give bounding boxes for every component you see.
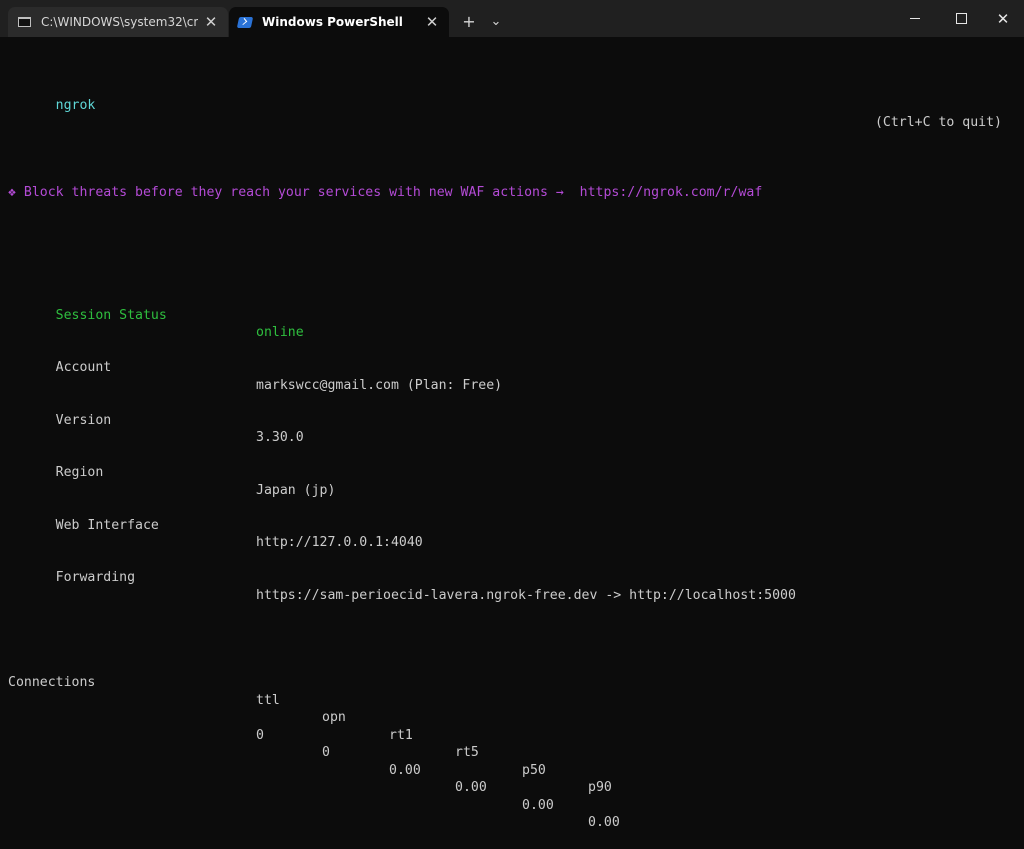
region-label: Region xyxy=(55,465,104,480)
connections-header: ttl xyxy=(256,692,280,708)
maximize-icon xyxy=(955,13,967,24)
session-status-value: online xyxy=(256,325,304,340)
close-icon: ✕ xyxy=(996,9,1010,28)
connections-header-row: Connections ttl opn rt1 rt5 p50 p90 xyxy=(8,657,1018,795)
web-interface-label: Web Interface xyxy=(55,517,159,533)
app-name: ngrok xyxy=(55,97,96,113)
tab-title: C:\WINDOWS\system32\cmd.e xyxy=(41,15,198,29)
close-tab-icon[interactable]: ✕ xyxy=(198,10,224,34)
connections-values-row: 0 0 0.00 0.00 0.00 0.00 xyxy=(8,709,1018,831)
account-value: markswcc@gmail.com (Plan: Free) xyxy=(256,377,503,393)
connections-value: 0.00 xyxy=(389,762,421,778)
connections-value: 0.00 xyxy=(455,780,487,795)
web-interface-value: http://127.0.0.1:4040 xyxy=(256,535,423,550)
maximize-button[interactable] xyxy=(938,0,984,37)
connections-label: Connections xyxy=(8,675,96,690)
session-status-row: Session Status online xyxy=(8,289,1018,341)
web-interface-row: Web Interface http://127.0.0.1:4040 xyxy=(8,499,1018,551)
connections-header: rt5 xyxy=(455,745,479,760)
session-status-label: Session Status xyxy=(55,307,167,323)
tab-powershell[interactable]: Windows PowerShell ✕ xyxy=(229,7,449,37)
version-label: Version xyxy=(55,412,112,428)
quit-hint: (Ctrl+C to quit) xyxy=(874,115,1002,130)
close-tab-icon[interactable]: ✕ xyxy=(419,10,445,34)
account-label: Account xyxy=(55,360,112,375)
terminal-window: C:\WINDOWS\system32\cmd.e ✕ Windows Powe… xyxy=(0,0,1024,830)
connections-value: 0 xyxy=(256,727,264,743)
minimize-icon xyxy=(910,18,920,19)
forwarding-value: https://sam-perioecid-lavera.ngrok-free.… xyxy=(256,587,796,603)
tab-cmd[interactable]: C:\WINDOWS\system32\cmd.e ✕ xyxy=(8,7,228,37)
region-value: Japan (jp) xyxy=(256,482,336,498)
minimize-button[interactable] xyxy=(892,0,938,37)
connections-header: rt1 xyxy=(389,727,413,743)
connections-value: 0.00 xyxy=(588,815,620,830)
forwarding-row: Forwarding https://sam-perioecid-lavera.… xyxy=(8,552,1018,603)
connections-value: 0.00 xyxy=(522,797,554,813)
new-tab-button[interactable]: + xyxy=(456,9,482,33)
account-row: Account markswcc@gmail.com (Plan: Free) xyxy=(8,342,1018,393)
connections-header: p50 xyxy=(522,762,546,778)
connections-value: 0 xyxy=(322,745,330,760)
tab-title: Windows PowerShell xyxy=(262,15,403,29)
connections-header: p90 xyxy=(588,780,612,795)
waf-banner: ❖ Block threats before they reach your s… xyxy=(8,185,763,200)
title-bar: C:\WINDOWS\system32\cmd.e ✕ Windows Powe… xyxy=(0,0,1024,37)
version-value: 3.30.0 xyxy=(256,430,304,445)
version-row: Version 3.30.0 xyxy=(8,394,1018,446)
powershell-icon xyxy=(236,16,254,28)
cmd-icon xyxy=(17,16,31,28)
forwarding-label: Forwarding xyxy=(55,570,136,585)
tab-dropdown-button[interactable]: ⌄ xyxy=(483,9,509,33)
close-window-button[interactable]: ✕ xyxy=(980,0,1024,37)
terminal-output[interactable]: ngrok (Ctrl+C to quit) ❖ Block threats b… xyxy=(8,44,1018,831)
region-row: Region Japan (jp) xyxy=(8,447,1018,498)
